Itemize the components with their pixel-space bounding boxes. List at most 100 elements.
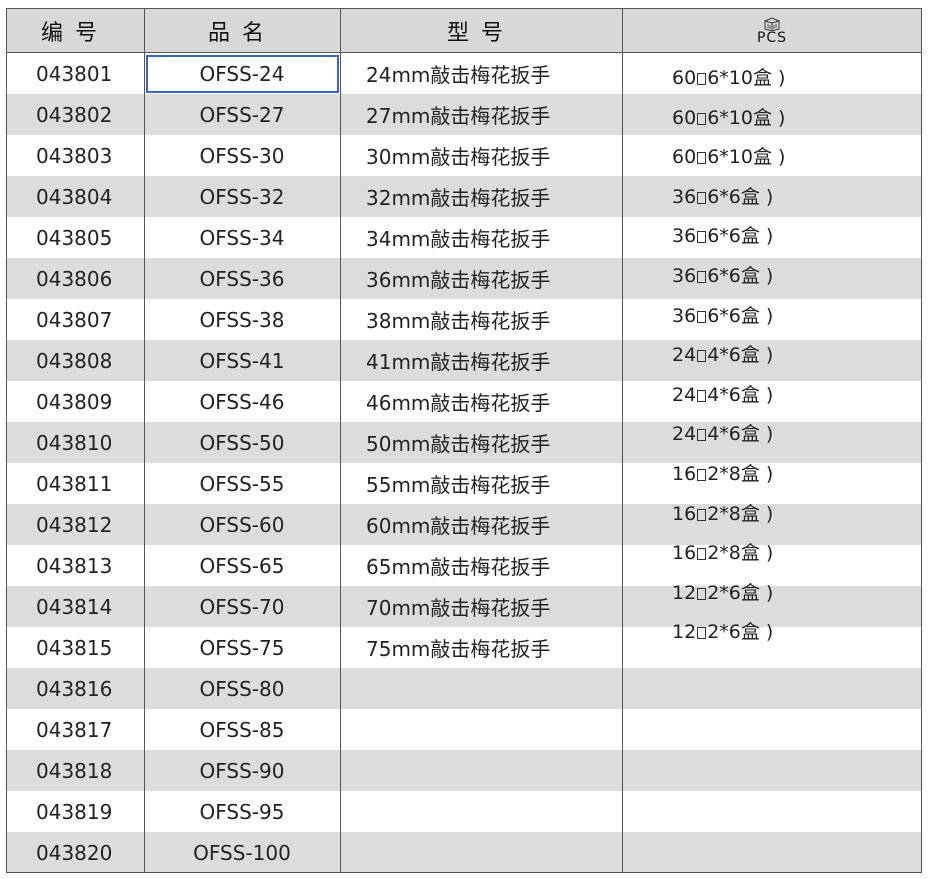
cell-product-name[interactable]: OFSS-60	[144, 504, 340, 545]
cell-code[interactable]: 043803	[36, 135, 144, 176]
missing-glyph-box	[697, 548, 707, 561]
cell-product-name[interactable]: OFSS-24	[144, 53, 340, 94]
cell-model[interactable]: 32mm敲击梅花扳手	[366, 176, 622, 217]
cell-code[interactable]: 043810	[36, 422, 144, 463]
missing-glyph-box	[697, 73, 707, 85]
cell-model[interactable]: 36mm敲击梅花扳手	[366, 258, 622, 299]
cell-code[interactable]: 043807	[36, 299, 144, 340]
cell-model[interactable]: 75mm敲击梅花扳手	[366, 627, 622, 668]
cell-model[interactable]: 65mm敲击梅花扳手	[366, 545, 622, 586]
missing-glyph-box	[697, 469, 707, 481]
cell-code[interactable]: 043801	[36, 53, 144, 94]
cell-code[interactable]: 043819	[36, 791, 144, 832]
cell-product-name[interactable]: OFSS-70	[144, 586, 340, 627]
cell-model[interactable]: 34mm敲击梅花扳手	[366, 217, 622, 258]
cell-model[interactable]: 46mm敲击梅花扳手	[366, 381, 622, 422]
cell-product-name[interactable]: OFSS-34	[144, 217, 340, 258]
pcs-packing: 2*8盒 )	[707, 463, 774, 485]
cell-model[interactable]	[366, 668, 622, 709]
pcs-packing: 6*6盒 )	[707, 225, 774, 248]
cell-product-name[interactable]: OFSS-55	[144, 463, 340, 504]
cell-model[interactable]: 60mm敲击梅花扳手	[366, 504, 622, 545]
cell-model[interactable]	[366, 709, 622, 750]
cell-code[interactable]: 043812	[36, 504, 144, 545]
cell-code[interactable]: 043818	[36, 750, 144, 791]
cell-product-name[interactable]: OFSS-75	[144, 627, 340, 668]
table-bottom-border	[6, 872, 922, 873]
header-pcs: PCS	[622, 9, 922, 53]
column-divider	[340, 8, 341, 873]
cell-product-name[interactable]: OFSS-38	[144, 299, 340, 340]
cell-model[interactable]	[366, 750, 622, 791]
pcs-entry: 60 6*10盒 )	[672, 103, 785, 130]
cell-code[interactable]: 043811	[36, 463, 144, 504]
cell-product-name[interactable]: OFSS-80	[144, 668, 340, 709]
pcs-entry: 12 2*6盒 )	[672, 578, 773, 605]
cell-model[interactable]: 24mm敲击梅花扳手	[366, 53, 622, 94]
cell-model[interactable]	[366, 832, 622, 873]
missing-glyph-box	[697, 271, 707, 283]
cell-model[interactable]: 50mm敲击梅花扳手	[366, 422, 622, 463]
pcs-entry: 36 6*6盒 )	[672, 261, 773, 288]
pcs-quantity: 36	[672, 185, 697, 208]
cell-product-name[interactable]: OFSS-90	[144, 750, 340, 791]
cell-product-name[interactable]: OFSS-41	[144, 340, 340, 381]
pcs-quantity: 60	[672, 146, 697, 169]
column-divider	[6, 8, 7, 873]
column-divider	[921, 8, 922, 873]
cell-product-name[interactable]: OFSS-27	[144, 94, 340, 135]
cell-code[interactable]: 043817	[36, 709, 144, 750]
pcs-packing: 2*8盒 )	[707, 502, 774, 525]
cell-product-name[interactable]: OFSS-100	[144, 832, 340, 873]
cell-code[interactable]: 043804	[36, 176, 144, 217]
cell-code[interactable]: 043808	[36, 340, 144, 381]
cell-code[interactable]: 043809	[36, 381, 144, 422]
cell-code[interactable]: 043816	[36, 668, 144, 709]
cell-model[interactable]: 41mm敲击梅花扳手	[366, 340, 622, 381]
pcs-quantity: 36	[672, 265, 697, 287]
cell-product-name[interactable]: OFSS-46	[144, 381, 340, 422]
box-icon	[764, 17, 780, 31]
pcs-quantity: 24	[672, 383, 697, 406]
missing-glyph-box	[697, 231, 707, 244]
pcs-entry: 60 6*10盒 )	[672, 142, 785, 169]
cell-model[interactable]: 38mm敲击梅花扳手	[366, 299, 622, 340]
pcs-quantity: 16	[672, 542, 697, 565]
cell-product-name[interactable]: OFSS-65	[144, 545, 340, 586]
missing-glyph-box	[697, 152, 707, 165]
cell-model[interactable]: 27mm敲击梅花扳手	[366, 94, 622, 135]
pcs-quantity: 36	[672, 225, 697, 248]
pcs-label: PCS	[756, 30, 788, 46]
cell-code[interactable]: 043813	[36, 545, 144, 586]
cell-model[interactable]	[366, 791, 622, 832]
cell-model[interactable]: 55mm敲击梅花扳手	[366, 463, 622, 504]
pcs-quantity: 16	[672, 463, 697, 485]
cell-code[interactable]: 043814	[36, 586, 144, 627]
missing-glyph-box	[697, 310, 707, 323]
cell-product-name[interactable]: OFSS-50	[144, 422, 340, 463]
cell-code[interactable]: 043806	[36, 258, 144, 299]
header-name: 品名	[207, 21, 276, 46]
cell-product-name[interactable]: OFSS-32	[144, 176, 340, 217]
pcs-packing: 2*8盒 )	[707, 542, 774, 565]
cell-code[interactable]: 043802	[36, 94, 144, 135]
pcs-quantity: 60	[672, 106, 697, 129]
cell-code[interactable]: 043805	[36, 217, 144, 258]
pcs-entry: 16 2*8盒 )	[672, 538, 773, 565]
cell-code[interactable]: 043820	[36, 832, 144, 873]
cell-product-name[interactable]: OFSS-36	[144, 258, 340, 299]
pcs-entry: 16 2*8盒 )	[672, 499, 773, 526]
pcs-quantity: 36	[672, 304, 697, 327]
cell-code[interactable]: 043815	[36, 627, 144, 668]
pcs-packing: 6*6盒 )	[707, 304, 774, 327]
cell-product-name[interactable]: OFSS-95	[144, 791, 340, 832]
cell-product-name[interactable]: OFSS-85	[144, 709, 340, 750]
cell-model[interactable]: 30mm敲击梅花扳手	[366, 135, 622, 176]
cell-model[interactable]: 70mm敲击梅花扳手	[366, 586, 622, 627]
pcs-packing: 6*10盒 )	[707, 67, 786, 89]
pcs-entry: 24 4*6盒 )	[672, 340, 773, 367]
cell-product-name[interactable]: OFSS-30	[144, 135, 340, 176]
missing-glyph-box	[697, 350, 707, 363]
missing-glyph-box	[697, 112, 707, 125]
pcs-packing: 4*6盒 )	[707, 383, 774, 406]
